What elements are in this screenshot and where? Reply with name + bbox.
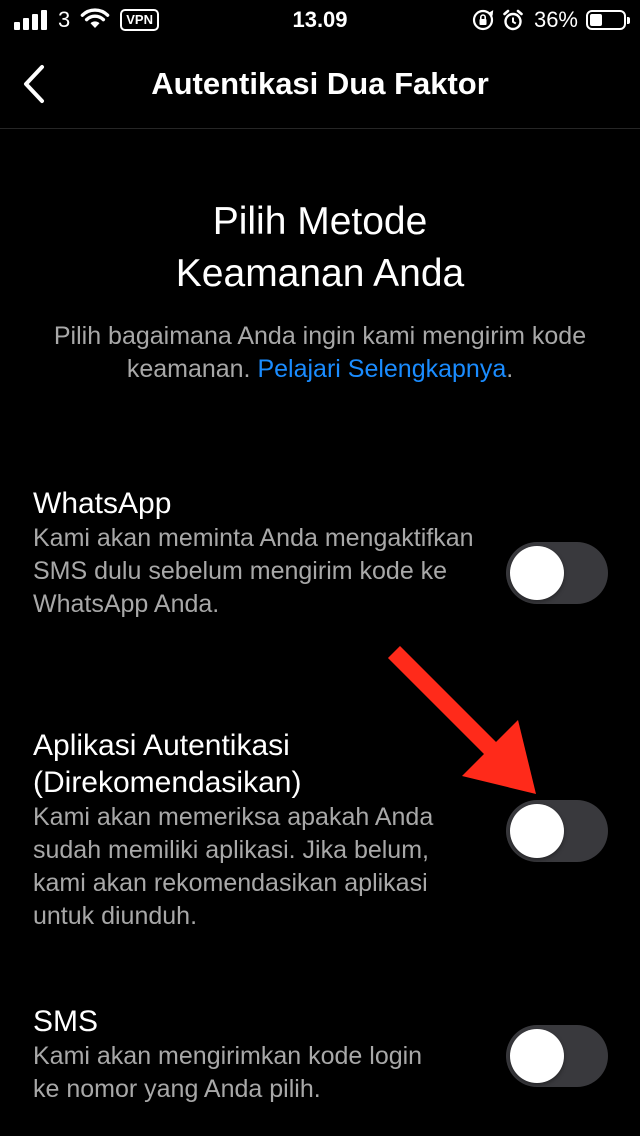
battery-fill [590,14,602,26]
battery-icon [586,10,630,30]
heading-line-2: Keamanan Anda [175,252,465,295]
option-description: Kami akan mengirimkan kode login ke nomo… [33,1042,423,1103]
option-title: WhatsApp [33,487,172,520]
heading-line-1: Pilih Metode [212,200,428,243]
page-title: Autentikasi Dua Faktor [151,66,489,101]
toggle-knob [510,546,564,600]
toggle-knob [510,1029,564,1083]
status-bar: 3 VPN 13.09 36% [0,0,640,40]
whatsapp-toggle[interactable] [506,542,608,604]
heading: Pilih Metode Keamanan Anda [0,196,640,300]
option-description: Kami akan memeriksa apakah Anda sudah me… [33,803,434,930]
option-description: Kami akan meminta Anda mengaktifkan SMS … [33,524,474,618]
battery-nub [627,17,630,24]
subtitle: Pilih bagaimana Anda ingin kami mengirim… [40,320,600,386]
toggle-knob [510,804,564,858]
status-right: 36% [464,6,630,34]
battery-percent: 36% [533,7,578,32]
learn-more-link[interactable]: Pelajari Selengkapnya [257,355,506,383]
red-arrow-icon [387,645,536,794]
orientation-lock-icon [472,9,494,31]
nav-bar: Autentikasi Dua Faktor [0,40,640,129]
sms-toggle[interactable] [506,1025,608,1087]
subtitle-period: . [506,355,514,383]
alarm-icon [502,9,524,31]
